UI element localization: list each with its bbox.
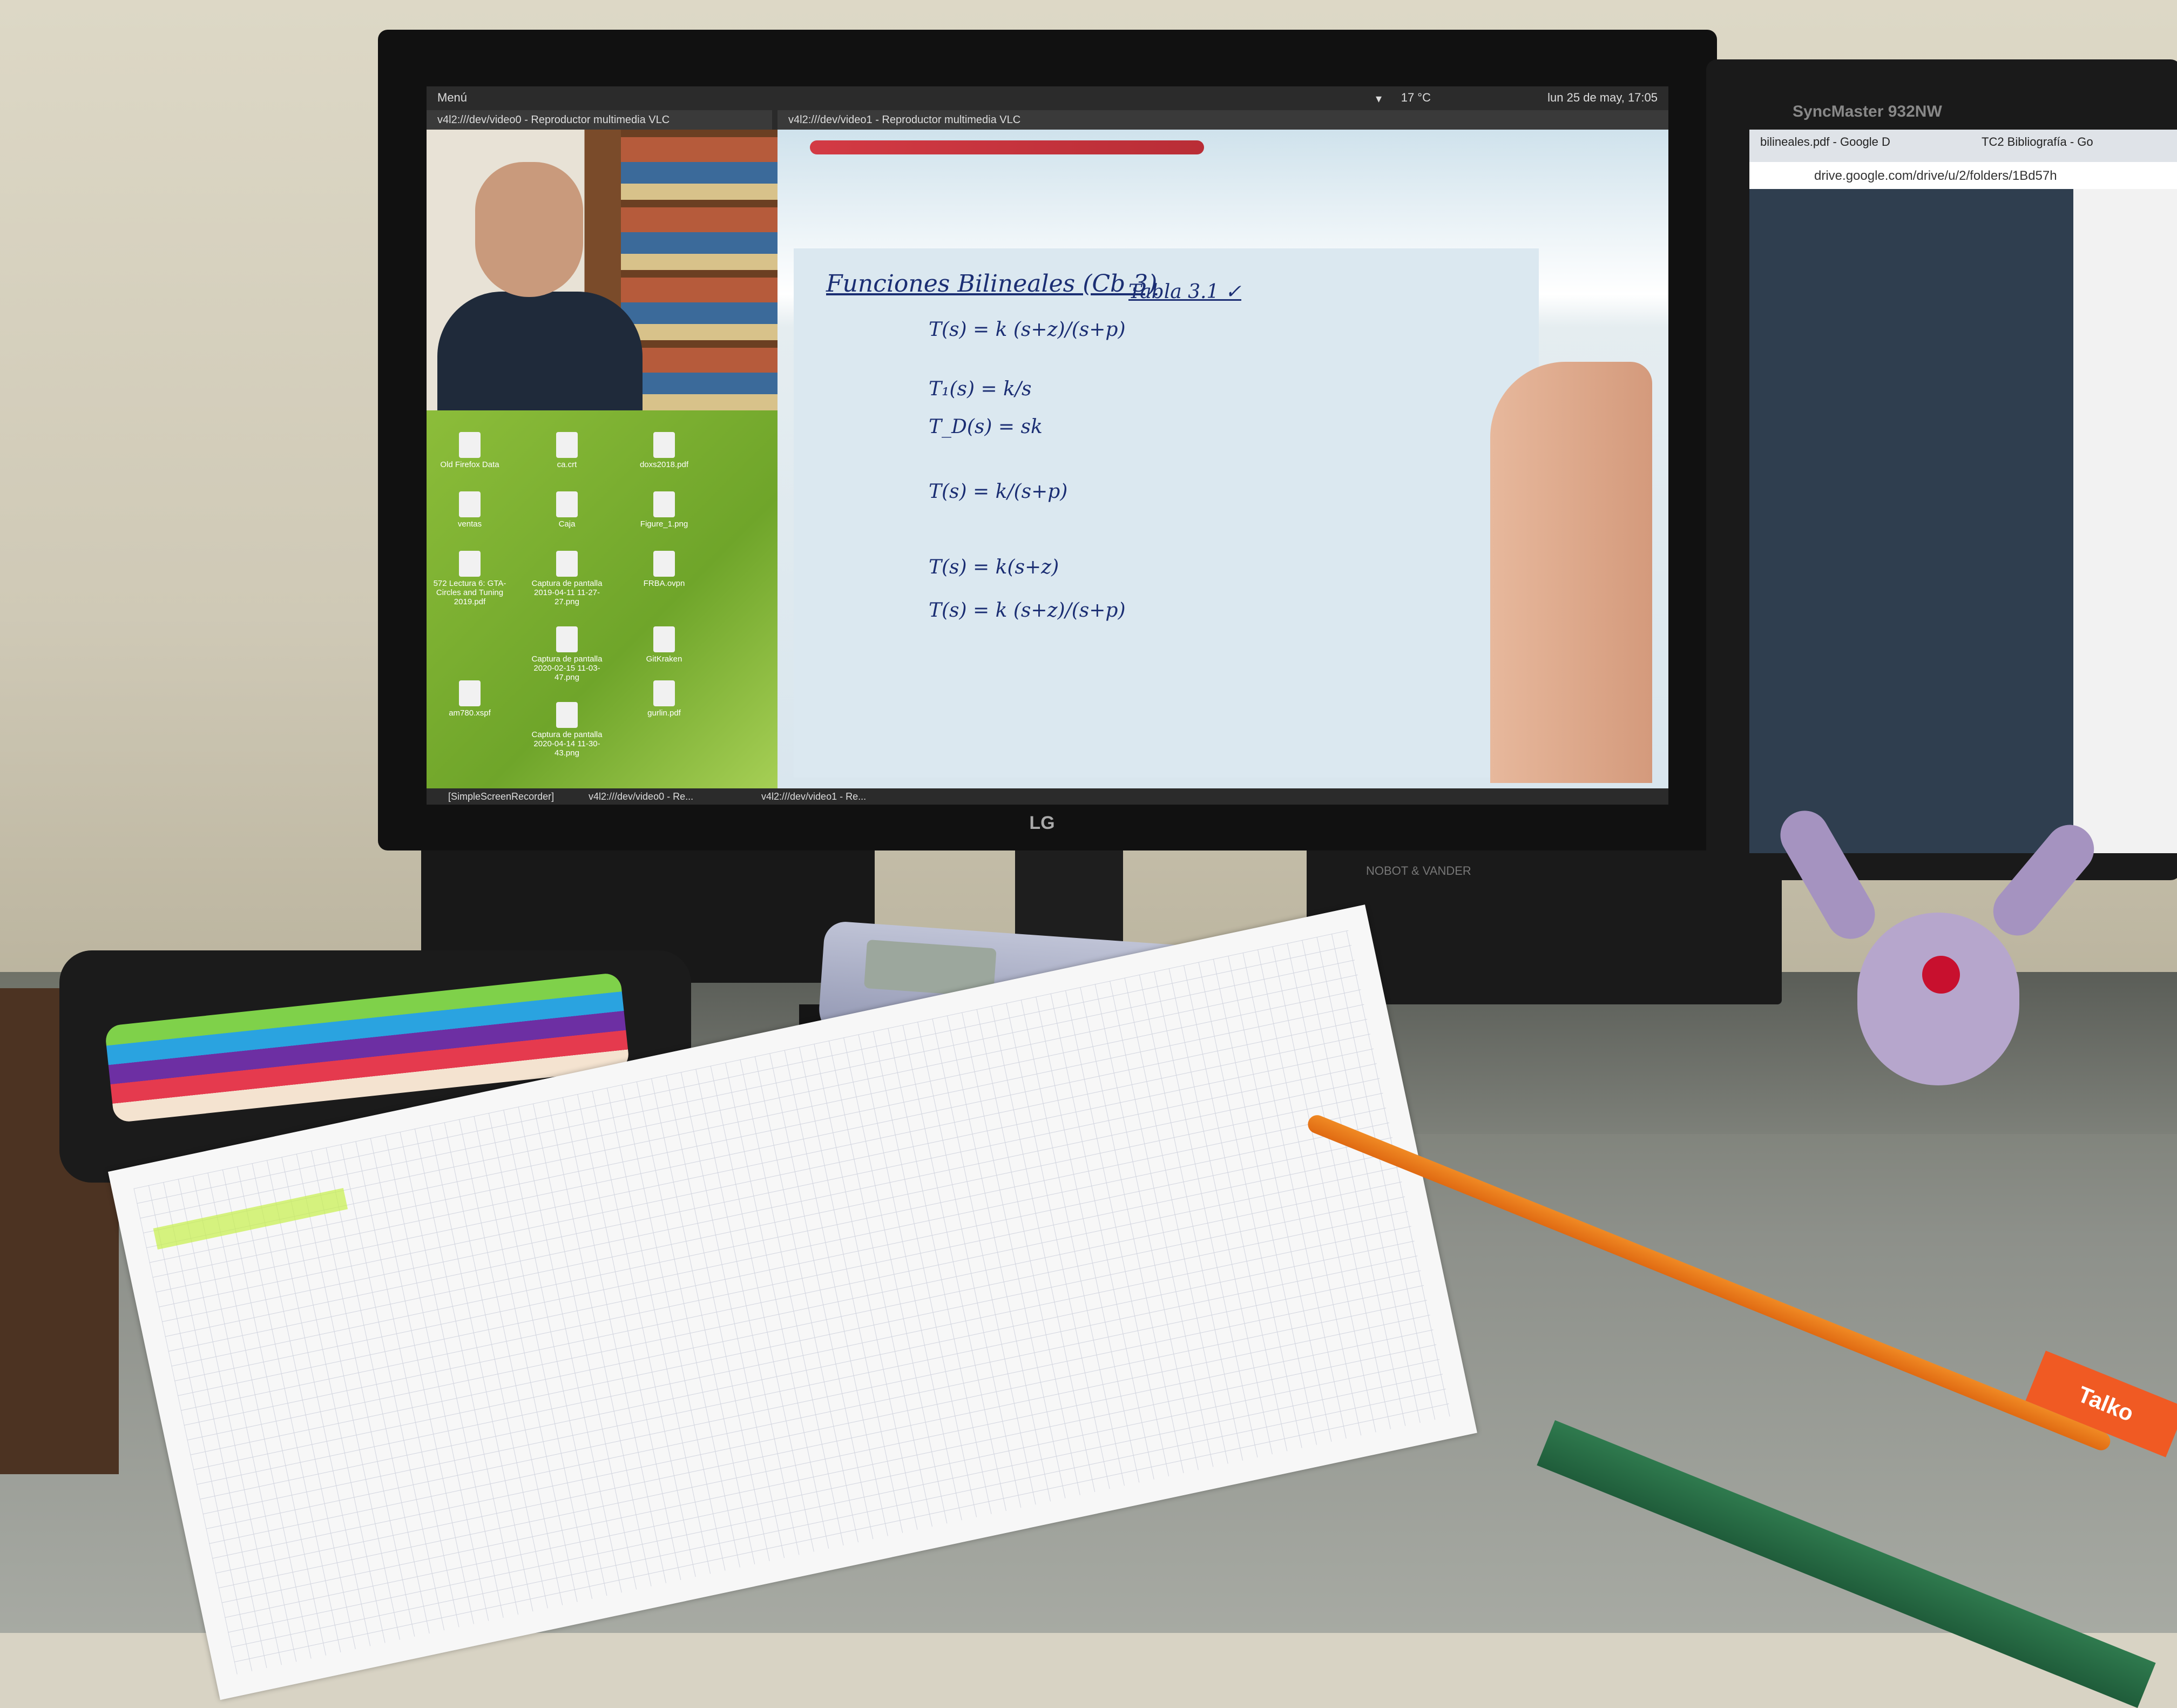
lecturer-head (475, 162, 583, 297)
url-text: drive.google.com/drive/u/2/folders/1Bd57… (1814, 168, 2057, 183)
browser-tab[interactable]: bilineales.pdf - Google D (1760, 135, 1890, 149)
image-icon (653, 491, 675, 517)
desktop-icon-label: ca.crt (557, 460, 577, 469)
desktop-icon-label: FRBA.ovpn (643, 579, 685, 588)
file-icon (653, 551, 675, 577)
plush-ear-left (1772, 801, 1884, 948)
whiteboard-equation: T(s) = k (s+z)/(s+p) (929, 599, 1126, 622)
red-pen (810, 140, 1204, 154)
desktop-icon[interactable]: gurlin.pdf (626, 680, 702, 718)
plush-ear-right (1983, 815, 2104, 946)
menu-button[interactable]: Menú (437, 91, 467, 105)
gitkraken-icon (653, 626, 675, 652)
image-icon (556, 551, 578, 577)
desktop-icon-label: 572 Lectura 6: GTA-Circles and Tuning 20… (433, 579, 506, 606)
system-topbar: Menú 17 °C ▾ lun 25 de may, 17:05 (427, 86, 1668, 110)
whiteboard-feed: Funciones Bilineales (Cb 3) Tabla 3.1 ✓ … (778, 130, 1668, 788)
lecture-paper: Funciones Bilineales (Cb 3) Tabla 3.1 ✓ … (794, 248, 1539, 778)
folder-icon (459, 432, 481, 458)
desktop-icon[interactable]: GitKraken (626, 626, 702, 664)
whiteboard-equation: T(s) = k (s+z)/(s+p) (929, 319, 1126, 341)
music-file-icon (459, 680, 481, 706)
desktop-icon[interactable]: Captura de pantalla 2020-04-14 11-30-43.… (529, 702, 605, 758)
file-icon (653, 432, 675, 458)
webcam-feed (427, 130, 778, 410)
file-icon (653, 680, 675, 706)
clock[interactable]: lun 25 de may, 17:05 (1547, 91, 1658, 105)
taskbar-item[interactable]: v4l2:///dev/video0 - Re... (589, 788, 693, 805)
browser-tab[interactable]: TC2 Bibliografía - Go (1982, 135, 2093, 149)
whiteboard-title: Funciones Bilineales (Cb 3) (826, 270, 1158, 298)
image-icon (459, 551, 481, 577)
desktop-icon[interactable]: Figure_1.png (626, 491, 702, 529)
speaker-label: NOBOT & VANDER (1366, 864, 1471, 877)
monitor-brand-logo: LG (1029, 813, 1055, 833)
wifi-icon[interactable]: ▾ (1376, 92, 1388, 105)
address-bar[interactable]: drive.google.com/drive/u/2/folders/1Bd57… (1749, 162, 2177, 189)
desktop-icon-label: ventas (457, 519, 482, 529)
browser-tab-bar: bilineales.pdf - Google D TC2 Bibliograf… (1749, 130, 2177, 162)
desktop-icon[interactable]: ventas (432, 491, 508, 529)
desktop-icon[interactable]: FRBA.ovpn (626, 551, 702, 588)
whiteboard-equation: T(s) = k(s+z) (929, 556, 1059, 578)
desktop-icon[interactable]: doxs2018.pdf (626, 432, 702, 469)
desktop-icon-label: am780.xspf (449, 708, 491, 718)
file-icon (556, 432, 578, 458)
main-screen: Menú 17 °C ▾ lun 25 de may, 17:05 v4l2:/… (427, 86, 1668, 805)
folder-icon (556, 491, 578, 517)
bookshelf (621, 130, 778, 410)
whiteboard-table-ref: Tabla 3.1 ✓ (1128, 281, 1242, 303)
weather-indicator[interactable]: 17 °C (1401, 91, 1431, 105)
desktop-icon-label: Caja (558, 519, 576, 529)
desktop-icon-label: Figure_1.png (640, 519, 688, 529)
vlc-whiteboard-window-title[interactable]: v4l2:///dev/video1 - Reproductor multime… (778, 110, 1668, 130)
whiteboard-equation: T_D(s) = sk (929, 416, 1043, 438)
desktop-icon[interactable]: Captura de pantalla 2020-02-15 11-03-47.… (529, 626, 605, 682)
lecturer-body (437, 292, 643, 410)
secondary-monitor-brand: SyncMaster 932NW (1793, 103, 1942, 120)
desktop-icon-label: GitKraken (646, 654, 682, 664)
desktop-icon-label: gurlin.pdf (647, 708, 681, 718)
vlc-webcam-window-title[interactable]: v4l2:///dev/video0 - Reproductor multime… (427, 110, 772, 130)
pdf-page (2073, 189, 2177, 853)
plush-gem (1922, 956, 1960, 994)
desktop-icon[interactable]: 572 Lectura 6: GTA-Circles and Tuning 20… (432, 551, 508, 606)
taskbar: [SimpleScreenRecorder] v4l2:///dev/video… (427, 788, 1668, 805)
plush-body (1857, 913, 2019, 1085)
taskbar-item[interactable]: v4l2:///dev/video1 - Re... (761, 788, 866, 805)
desktop-icon-label: doxs2018.pdf (639, 460, 689, 469)
taskbar-item[interactable]: [SimpleScreenRecorder] (448, 788, 554, 805)
lecturer-hand (1490, 362, 1652, 783)
whiteboard-equation: T(s) = k/(s+p) (929, 481, 1068, 503)
image-icon (556, 702, 578, 728)
desktop-icon-label: Captura de pantalla 2020-02-15 11-03-47.… (531, 654, 603, 682)
image-icon (556, 626, 578, 652)
desktop-icon-label: Captura de pantalla 2019-04-11 11-27-27.… (531, 579, 603, 606)
whiteboard-equation: T₁(s) = k/s (929, 378, 1032, 400)
desktop-icon-label: Old Firefox Data (440, 460, 499, 469)
secondary-screen: bilineales.pdf - Google D TC2 Bibliograf… (1749, 130, 2177, 853)
folder-icon (459, 491, 481, 517)
desktop-icon[interactable]: Caja (529, 491, 605, 529)
desktop-icon[interactable]: ca.crt (529, 432, 605, 469)
crochet-plush-toy (1760, 801, 2104, 1118)
desktop-icon[interactable]: am780.xspf (432, 680, 508, 718)
desktop-icon[interactable]: Old Firefox Data (432, 432, 508, 469)
desktop-icon[interactable]: Captura de pantalla 2019-04-11 11-27-27.… (529, 551, 605, 606)
desktop-area: Old Firefox Data ca.crt doxs2018.pdf ven… (427, 410, 778, 788)
desktop-icon-label: Captura de pantalla 2020-04-14 11-30-43.… (531, 730, 603, 758)
